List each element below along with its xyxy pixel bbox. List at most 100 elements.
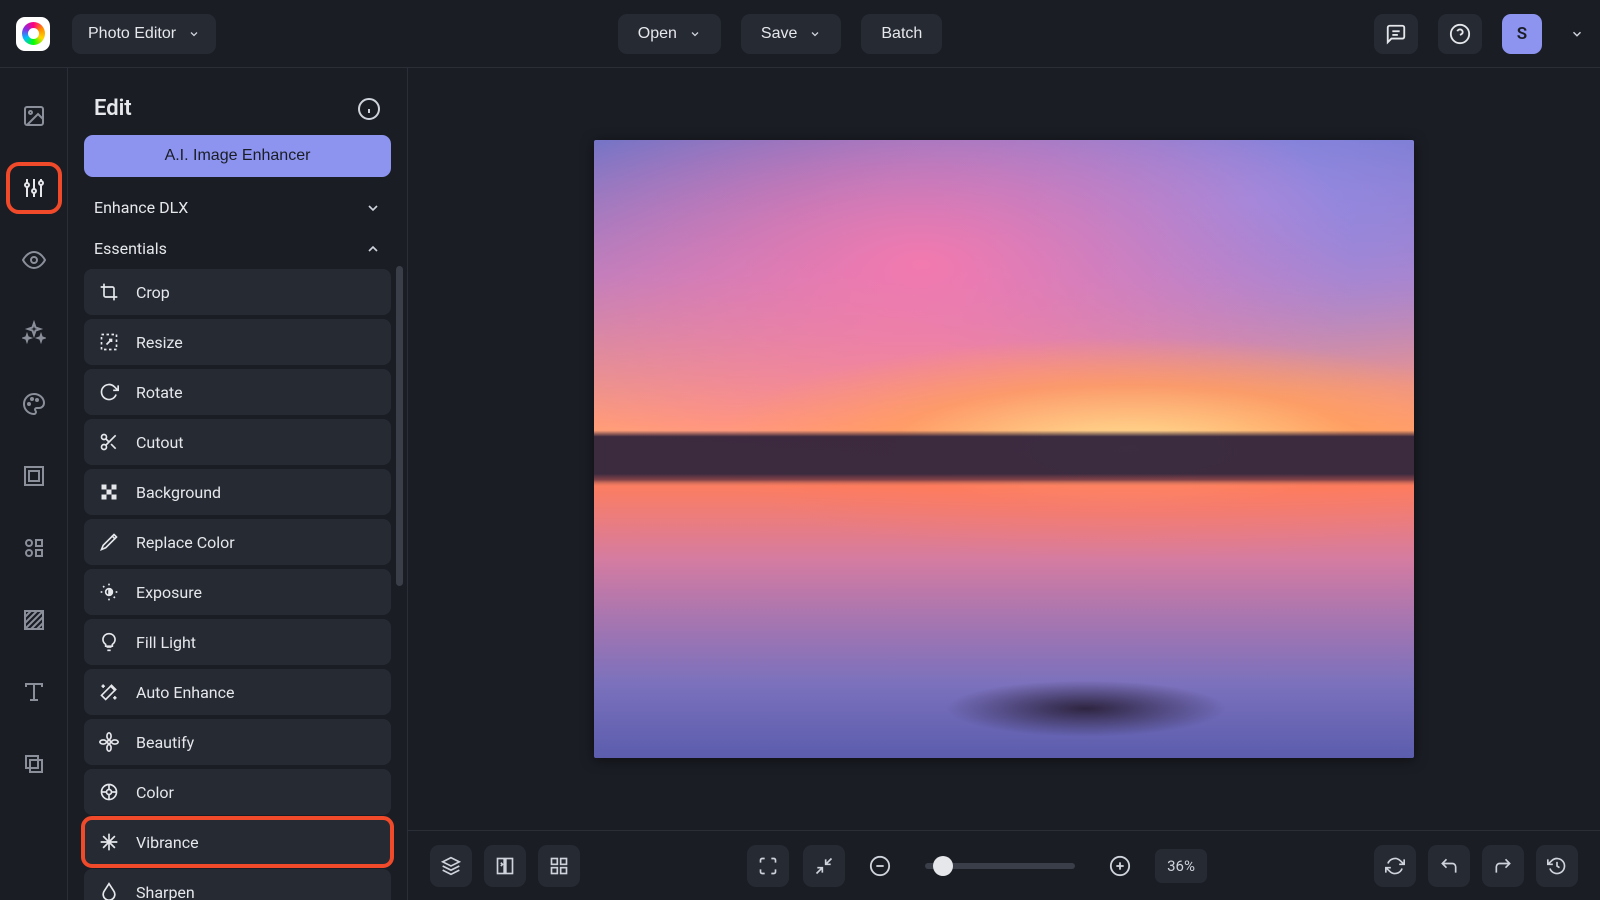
fullscreen-button[interactable] xyxy=(747,845,789,887)
zoom-percent-badge[interactable]: 36% xyxy=(1155,849,1207,883)
tool-label: Auto Enhance xyxy=(136,683,234,702)
palette-icon xyxy=(22,392,46,416)
open-button[interactable]: Open xyxy=(618,14,721,54)
minus-circle-icon xyxy=(869,855,891,877)
tool-vibrance[interactable]: Vibrance xyxy=(84,819,391,865)
photo-canvas[interactable] xyxy=(594,140,1414,758)
app-logo[interactable] xyxy=(16,17,50,51)
rail-text[interactable] xyxy=(12,672,56,712)
bulb-icon xyxy=(99,632,119,652)
tool-label: Beautify xyxy=(136,733,194,752)
tool-label: Resize xyxy=(136,333,183,352)
texture-icon xyxy=(22,608,46,632)
tool-rail xyxy=(0,68,68,900)
app-menu-dropdown[interactable]: Photo Editor xyxy=(72,14,216,54)
tool-label: Fill Light xyxy=(136,633,196,652)
comment-icon xyxy=(1385,23,1407,45)
tool-label: Rotate xyxy=(136,383,183,402)
help-icon xyxy=(1449,23,1471,45)
tool-exposure[interactable]: Exposure xyxy=(84,569,391,615)
dropper-icon xyxy=(99,532,119,552)
tool-label: Exposure xyxy=(136,583,202,602)
panel-scrollbar[interactable] xyxy=(396,266,403,586)
panel-title: Edit xyxy=(94,96,132,121)
account-menu-chevron-icon[interactable] xyxy=(1570,27,1584,41)
ai-enhancer-button[interactable]: A.I. Image Enhancer xyxy=(84,135,391,177)
undo-icon xyxy=(1439,856,1459,876)
undo-button[interactable] xyxy=(1428,845,1470,887)
rail-textures[interactable] xyxy=(12,744,56,784)
tool-resize[interactable]: Resize xyxy=(84,319,391,365)
bottom-toolbar: 36% xyxy=(408,830,1600,900)
section-enhance-dlx[interactable]: Enhance DLX xyxy=(84,187,391,228)
file-actions: Open Save Batch xyxy=(618,14,943,54)
history-icon xyxy=(1547,856,1567,876)
save-button[interactable]: Save xyxy=(741,14,841,54)
ai-enhancer-label: A.I. Image Enhancer xyxy=(165,147,311,164)
tool-label: Cutout xyxy=(136,433,184,452)
rail-image[interactable] xyxy=(12,96,56,136)
shapes-icon xyxy=(22,536,46,560)
zoom-percent-value: 36% xyxy=(1167,857,1195,875)
fit-screen-icon xyxy=(814,856,834,876)
chevron-up-icon xyxy=(365,241,381,257)
chevron-down-icon xyxy=(188,28,200,40)
zoom-out-button[interactable] xyxy=(859,845,901,887)
tool-background[interactable]: Background xyxy=(84,469,391,515)
tool-auto-enhance[interactable]: Auto Enhance xyxy=(84,669,391,715)
text-icon xyxy=(22,680,46,704)
canvas-stage[interactable] xyxy=(408,68,1600,830)
avatar[interactable]: S xyxy=(1502,14,1542,54)
canvas-area: 36% xyxy=(408,68,1600,900)
rail-artsy[interactable] xyxy=(12,384,56,424)
crop-icon xyxy=(99,282,119,302)
history-button[interactable] xyxy=(1536,845,1578,887)
rail-edit[interactable] xyxy=(12,168,56,208)
chevron-down-icon xyxy=(809,28,821,40)
rail-graphics[interactable] xyxy=(12,528,56,568)
rail-frames[interactable] xyxy=(12,456,56,496)
redo-icon xyxy=(1493,856,1513,876)
rail-touchup[interactable] xyxy=(12,240,56,280)
droplet-icon xyxy=(99,882,119,900)
color-wheel-icon xyxy=(99,782,119,802)
rail-effects[interactable] xyxy=(12,312,56,352)
batch-button[interactable]: Batch xyxy=(861,14,942,54)
section-essentials[interactable]: Essentials xyxy=(84,228,391,269)
redo-button[interactable] xyxy=(1482,845,1524,887)
tool-list: Crop Resize Rotate Cutout Background Rep… xyxy=(84,269,391,900)
tool-replace-color[interactable]: Replace Color xyxy=(84,519,391,565)
layers-icon xyxy=(22,752,46,776)
sparkles-icon xyxy=(22,320,46,344)
zoom-in-button[interactable] xyxy=(1099,845,1141,887)
info-icon[interactable] xyxy=(357,97,381,121)
tool-rotate[interactable]: Rotate xyxy=(84,369,391,415)
frame-icon xyxy=(22,464,46,488)
top-bar: Photo Editor Open Save Batch S xyxy=(0,0,1600,68)
tool-label: Vibrance xyxy=(136,833,199,852)
feedback-button[interactable] xyxy=(1374,14,1418,54)
tool-beautify[interactable]: Beautify xyxy=(84,719,391,765)
compare-button[interactable] xyxy=(484,845,526,887)
flower-icon xyxy=(99,732,119,752)
fit-button[interactable] xyxy=(803,845,845,887)
zoom-slider[interactable] xyxy=(925,863,1075,869)
rail-overlays[interactable] xyxy=(12,600,56,640)
zoom-slider-knob[interactable] xyxy=(933,856,953,876)
grid-button[interactable] xyxy=(538,845,580,887)
sliders-icon xyxy=(22,176,46,200)
tool-sharpen[interactable]: Sharpen xyxy=(84,869,391,900)
scissors-icon xyxy=(99,432,119,452)
chevron-down-icon xyxy=(689,28,701,40)
app-menu-label: Photo Editor xyxy=(88,25,176,43)
layers-button[interactable] xyxy=(430,845,472,887)
tool-cutout[interactable]: Cutout xyxy=(84,419,391,465)
refresh-button[interactable] xyxy=(1374,845,1416,887)
tool-crop[interactable]: Crop xyxy=(84,269,391,315)
resize-icon xyxy=(99,332,119,352)
tool-color[interactable]: Color xyxy=(84,769,391,815)
help-button[interactable] xyxy=(1438,14,1482,54)
tool-fill-light[interactable]: Fill Light xyxy=(84,619,391,665)
grid-icon xyxy=(549,856,569,876)
eye-icon xyxy=(22,248,46,272)
